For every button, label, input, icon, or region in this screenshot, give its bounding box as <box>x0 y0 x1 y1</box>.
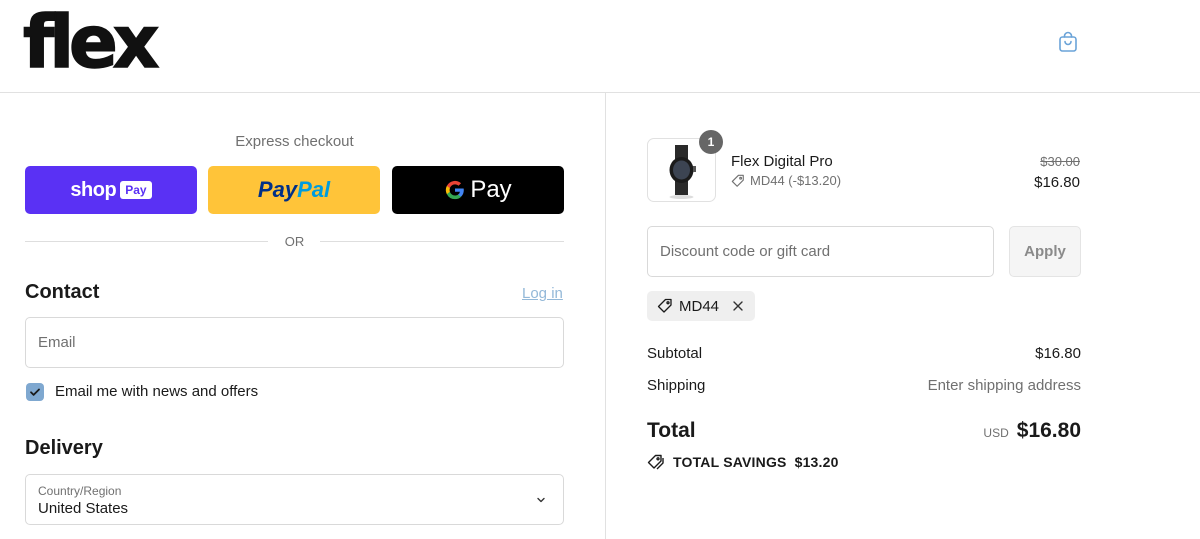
product-name: Flex Digital Pro <box>731 153 833 170</box>
savings-label: TOTAL SAVINGS <box>673 454 787 470</box>
tag-icon <box>731 174 744 187</box>
subtotal-label: Subtotal <box>647 345 703 362</box>
newsletter-label: Email me with news and offers <box>55 383 259 400</box>
applied-discount-chip: MD44 <box>647 291 756 321</box>
header: flex <box>0 0 1200 93</box>
or-separator: OR <box>25 232 564 252</box>
country-label: Country/Region <box>38 484 122 498</box>
tag-icon <box>657 298 672 313</box>
subtotal-value: $16.80 <box>1035 345 1081 362</box>
google-pay-wordmark: Pay <box>444 176 512 204</box>
total-label: Total <box>647 419 696 442</box>
checkmark-icon <box>30 388 40 396</box>
product-discount-text: MD44 (-$13.20) <box>750 173 842 188</box>
google-pay-button[interactable]: Pay <box>392 166 564 214</box>
shipping-label: Shipping <box>647 377 706 394</box>
newsletter-checkbox[interactable] <box>26 383 44 401</box>
savings-tag-icon <box>647 454 664 470</box>
shop-pay-pill: Pay <box>120 181 152 199</box>
discounted-price: $16.80 <box>1034 174 1080 191</box>
email-field-wrapper <box>25 317 564 368</box>
chevron-down-icon <box>537 497 545 503</box>
shopping-bag-icon[interactable] <box>1056 30 1080 54</box>
applied-code: MD44 <box>679 297 720 315</box>
original-price: $30.00 <box>1040 154 1080 169</box>
country-value: United States <box>38 500 129 517</box>
total-savings: TOTAL SAVINGS $13.20 <box>647 454 839 470</box>
email-field[interactable] <box>26 318 563 367</box>
shop-pay-button[interactable]: shop Pay <box>25 166 197 214</box>
express-checkout-label: Express checkout <box>235 133 354 150</box>
product-discount: MD44 (-$13.20) <box>731 173 841 188</box>
total-amount: USD $16.80 <box>983 419 1081 443</box>
column-divider <box>605 93 606 539</box>
shop-pay-wordmark: shop <box>70 178 117 201</box>
total-value: $16.80 <box>1016 419 1081 442</box>
delivery-heading: Delivery <box>25 437 103 459</box>
logo[interactable]: flex <box>22 1 160 83</box>
paypal-wordmark: PayPal <box>257 177 331 202</box>
apply-button[interactable]: Apply <box>1009 226 1081 277</box>
total-currency: USD <box>983 426 1009 440</box>
savings-value: $13.20 <box>794 454 839 470</box>
log-in-link[interactable]: Log in <box>522 285 563 302</box>
or-label: OR <box>284 234 305 249</box>
google-g-icon <box>446 180 465 200</box>
quantity-badge: 1 <box>699 130 723 154</box>
paypal-button[interactable]: PayPal <box>208 166 380 214</box>
discount-code-input[interactable] <box>648 227 993 276</box>
remove-discount-icon[interactable] <box>731 299 745 313</box>
discount-field-wrapper <box>647 226 994 277</box>
country-select[interactable]: Country/Region United States <box>25 474 564 525</box>
shipping-value: Enter shipping address <box>927 377 1081 394</box>
contact-heading: Contact <box>25 281 100 303</box>
